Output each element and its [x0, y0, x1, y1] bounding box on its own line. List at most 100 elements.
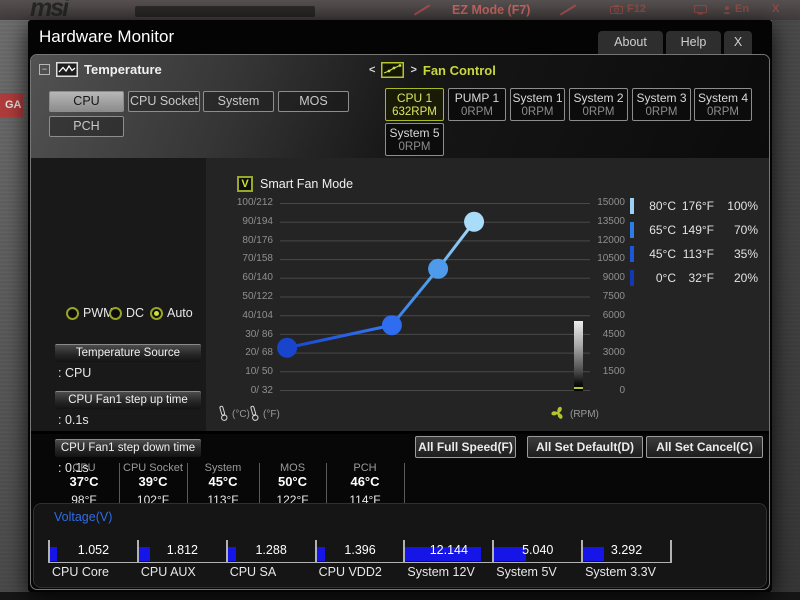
sensor-reading-system: System 45°C 113°F [187, 462, 259, 507]
language-button[interactable]: En [735, 3, 749, 15]
temperature-graph-icon [56, 62, 78, 77]
window-close-button[interactable]: X [724, 31, 752, 54]
bios-topbar: msi EZ Mode (F7) F12 En X [0, 0, 800, 20]
column-divider [259, 463, 260, 503]
celsius-axis-label: (°C) [232, 409, 250, 420]
left-axis-tick: 70/158 [242, 253, 273, 265]
temp-sensor-button-mos[interactable]: MOS [278, 91, 349, 112]
column-divider [326, 463, 327, 503]
left-axis-tick: 100/212 [236, 197, 273, 208]
fan-mode-radio-auto[interactable] [150, 307, 163, 320]
bios-close-icon[interactable]: X [772, 3, 779, 15]
sensor-reading-pch: PCH 46°C 114°F [326, 462, 404, 507]
legend-temp-c: 65°C [649, 223, 676, 237]
voltage-value: 1.812 [166, 543, 198, 557]
fan-button-name: System 3 [636, 91, 687, 105]
right-edge-shade [772, 20, 800, 592]
about-button[interactable]: About [598, 31, 663, 54]
legend-temp-f: 113°F [682, 247, 714, 261]
fan-button-cpu-1[interactable]: CPU 1 632RPM [385, 88, 444, 121]
fan-curve-point-1[interactable] [277, 337, 298, 358]
sensor-readings-row: CPU 37°C 98°F CPU Socket 39°C 102°F System 45°C… [31, 462, 769, 507]
screenshot-f12-label[interactable]: F12 [627, 3, 646, 15]
fan-button-system-1[interactable]: System 1 0RPM [510, 88, 565, 121]
fan-button-rpm: 0RPM [582, 106, 615, 118]
left-axis-tick: 60/140 [242, 272, 273, 284]
legend-temp-f: 149°F [681, 223, 714, 237]
legend-row: 45°C 113°F 35% [630, 246, 758, 262]
sensor-name: MOS [279, 462, 306, 474]
voltage-name: CPU Core [52, 565, 109, 579]
left-axis-tick: 10/ 50 [245, 366, 273, 378]
smart-fan-mode-checkbox[interactable]: V [237, 176, 253, 192]
fan-curve-point-2[interactable] [381, 315, 402, 336]
legend-temp-c: 45°C [649, 247, 676, 261]
sensor-name: PCH [353, 462, 377, 474]
legend-row: 80°C 176°F 100% [630, 198, 758, 214]
legend-row: 0°C 32°F 20% [630, 270, 758, 286]
user-icon [722, 5, 732, 18]
sensor-temp-c: 39°C [138, 474, 168, 489]
fan-button-name: System 5 [389, 126, 440, 140]
sensor-reading-cpu: CPU 37°C 98°F [49, 462, 119, 507]
fan-button-system-5[interactable]: System 5 0RPM [385, 123, 444, 156]
cpu-fan1-step-up-time-value: : 0.1s [58, 413, 89, 427]
fan-button-name: CPU 1 [396, 91, 433, 105]
voltage-name: System 5V [496, 565, 557, 579]
voltage-gauge-cpu-core: 1.052 CPU Core [48, 540, 137, 579]
legend-temp-f: 32°F [688, 271, 714, 285]
legend-duty-pct: 100% [727, 199, 758, 213]
fan-button-system-3[interactable]: System 3 0RPM [632, 88, 691, 121]
fan-curve-plot [277, 203, 590, 391]
all-set-default-button[interactable]: All Set Default(D) [527, 436, 643, 458]
fan-curve-point-4[interactable] [464, 211, 485, 232]
column-divider [187, 463, 188, 503]
fan-button-rpm: 632RPM [392, 106, 437, 118]
board-name-dimmed [135, 6, 315, 17]
camera-icon[interactable] [610, 5, 623, 17]
left-axis-tick: 80/176 [242, 234, 273, 246]
gaming-badge-dimmed: GA [0, 93, 23, 117]
voltage-gauge-system-5v: 5.040 System 5V [492, 540, 582, 579]
prev-section-arrow-icon[interactable]: < [369, 64, 375, 76]
next-section-arrow-icon[interactable]: > [410, 64, 416, 76]
fan-curve-point-3[interactable] [428, 258, 449, 279]
cpu-fan1-step-down-time-button[interactable]: CPU Fan1 step down time [55, 439, 201, 457]
fan-mode-radio-dc[interactable] [109, 307, 122, 320]
monitor-content: − Temperature < > Fan Control CPU CPU Soc… [30, 54, 770, 590]
all-set-cancel-button[interactable]: All Set Cancel(C) [646, 436, 763, 458]
left-axis-tick: 20/ 68 [245, 347, 273, 359]
help-button[interactable]: Help [666, 31, 721, 54]
fan-button-system-4[interactable]: System 4 0RPM [694, 88, 752, 121]
sensor-name: CPU [72, 462, 96, 474]
temperature-source-button[interactable]: Temperature Source [55, 344, 201, 362]
ez-mode-button[interactable]: EZ Mode (F7) [452, 3, 530, 17]
sensor-temp-c: 37°C [69, 474, 99, 489]
temp-sensor-button-cpu[interactable]: CPU [49, 91, 124, 112]
sensor-name: System [204, 462, 242, 474]
rpm-level-indicator [574, 321, 583, 391]
voltage-value: 1.288 [255, 543, 287, 557]
voltage-title: Voltage(V) [54, 510, 113, 524]
sensor-temp-c: 50°C [277, 474, 308, 489]
voltage-gauge-system-3-3v: 3.292 System 3.3V [581, 540, 670, 579]
fan-button-system-2[interactable]: System 2 0RPM [569, 88, 628, 121]
display-icon[interactable] [694, 5, 707, 18]
all-full-speed-button[interactable]: All Full Speed(F) [415, 436, 516, 458]
collapse-icon[interactable]: − [39, 64, 50, 75]
temp-sensor-button-cpu-socket[interactable]: CPU Socket [128, 91, 200, 112]
temp-sensor-button-system[interactable]: System [203, 91, 274, 112]
voltage-gauge-cpu-vdd2: 1.396 CPU VDD2 [314, 540, 404, 579]
legend-duty-pct: 70% [733, 223, 758, 237]
cpu-fan1-step-up-time-button[interactable]: CPU Fan1 step up time [55, 391, 201, 409]
voltage-name: CPU AUX [140, 565, 196, 579]
fan-mode-radio-pwm[interactable] [66, 307, 79, 320]
voltage-name: System 3.3V [585, 565, 656, 579]
fan-button-pump-1[interactable]: PUMP 1 0RPM [448, 88, 506, 121]
legend-temp-c: 80°C [649, 199, 676, 213]
fan-curve-icon [381, 62, 405, 78]
temp-sensor-button-pch[interactable]: PCH [49, 116, 124, 137]
left-axis-tick: 40/104 [242, 309, 273, 321]
fan-button-rpm: 0RPM [707, 106, 739, 118]
voltage-gauge-cpu-sa: 1.288 CPU SA [225, 540, 315, 579]
